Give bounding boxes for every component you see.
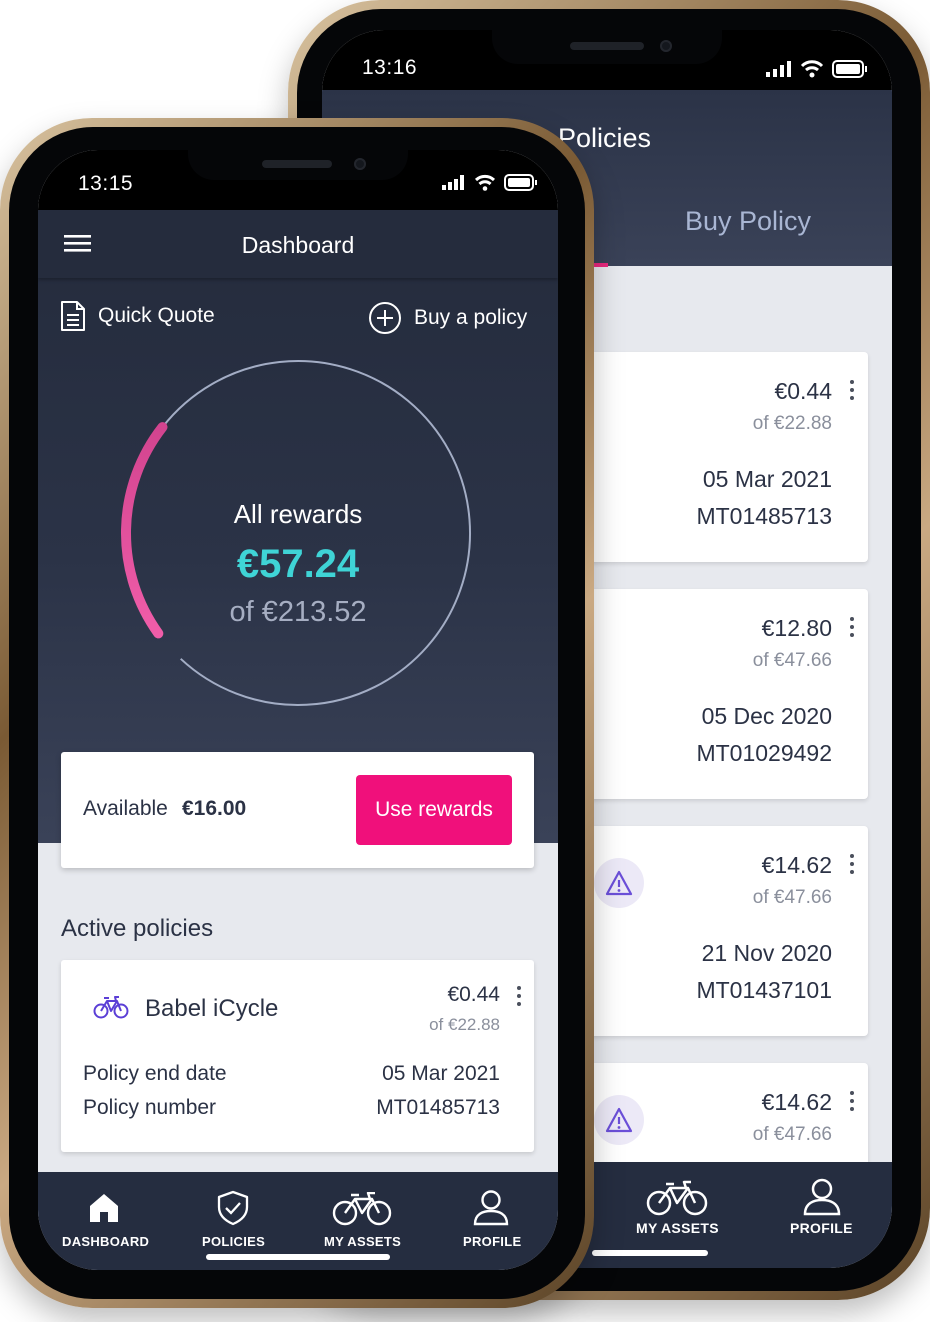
- speaker: [570, 42, 644, 50]
- person-icon: [473, 1190, 509, 1226]
- rewards-value: €57.24: [236, 542, 360, 586]
- use-rewards-button[interactable]: Use rewards: [356, 775, 512, 845]
- speaker: [262, 160, 332, 168]
- wifi-icon: [800, 60, 824, 78]
- gauge-label: All rewards: [233, 499, 363, 529]
- more-options-icon[interactable]: [517, 986, 523, 1006]
- nav-label-profile: PROFILE: [790, 1220, 853, 1236]
- quick-quote-button[interactable]: Quick Quote: [60, 300, 215, 332]
- page-title: Dashboard: [241, 232, 355, 258]
- available-rewards-card: Available €16.00 Use rewards: [61, 752, 534, 868]
- active-policy-card[interactable]: Babel iCycle €0.44 of €22.88 Policy end …: [61, 960, 534, 1152]
- available-label: Available: [83, 797, 168, 820]
- policy-amount: €14.62: [761, 1089, 832, 1115]
- nav-label-profile: PROFILE: [463, 1234, 522, 1249]
- more-options-icon[interactable]: [850, 380, 856, 400]
- front-status-time: 13:15: [78, 172, 134, 195]
- back-status-icons: [766, 60, 868, 78]
- policy-total: of €47.66: [752, 650, 832, 671]
- nav-label-my-assets: MY ASSETS: [324, 1234, 402, 1249]
- back-status-time: 13:16: [362, 56, 418, 79]
- buy-policy-button[interactable]: Buy a policy: [368, 301, 527, 335]
- front-phone-screen: 13:15 Dashboard Quick Quote Buy a policy: [38, 150, 558, 1270]
- gauge-track: [161, 360, 471, 707]
- policy-date: 21 Nov 2020: [701, 940, 832, 966]
- policy-date: 05 Dec 2020: [701, 703, 832, 729]
- quick-quote-label: Quick Quote: [98, 304, 215, 327]
- available-value: €16.00: [182, 797, 247, 820]
- nav-item-my-assets[interactable]: MY ASSETS: [622, 1176, 732, 1246]
- rewards-gauge: [121, 360, 471, 707]
- nav-label-policies: POLICIES: [202, 1234, 266, 1249]
- nav-item-profile[interactable]: PROFILE: [446, 1190, 536, 1254]
- back-notch: [492, 30, 722, 64]
- home-indicator: [206, 1254, 390, 1260]
- nav-item-policies[interactable]: POLICIES: [186, 1190, 278, 1254]
- rewards-total: of €213.52: [229, 596, 367, 628]
- front-bottom-nav: DASHBOARD POLICIES MY ASSETS PROFILE: [38, 1172, 558, 1270]
- front-status-icons: [442, 174, 538, 191]
- policy-total: of €22.88: [752, 413, 832, 434]
- nav-item-profile[interactable]: PROFILE: [772, 1176, 872, 1246]
- home-indicator: [592, 1250, 708, 1256]
- camera: [354, 158, 366, 170]
- policy-date: 05 Mar 2021: [702, 466, 832, 492]
- document-icon: [61, 301, 85, 331]
- policy-amount: €0.44: [447, 983, 500, 1006]
- policy-amount: €12.80: [761, 615, 832, 641]
- policy-name: Babel iCycle: [145, 995, 279, 1022]
- policy-number: MT01029492: [696, 740, 832, 766]
- policy-end-date: 05 Mar 2021: [382, 1062, 500, 1085]
- policy-total: of €47.66: [752, 1124, 832, 1145]
- more-options-icon[interactable]: [850, 1091, 856, 1111]
- battery-icon: [832, 60, 867, 78]
- policy-number: MT01437101: [696, 977, 832, 1003]
- policy-number: MT01485713: [376, 1096, 500, 1119]
- nav-item-my-assets[interactable]: MY ASSETS: [314, 1190, 410, 1254]
- more-options-icon[interactable]: [850, 854, 856, 874]
- tab-buy-policy[interactable]: Buy Policy: [685, 206, 811, 237]
- policy-end-date-label: Policy end date: [83, 1062, 227, 1085]
- bicycle-icon: [332, 1192, 392, 1226]
- section-title-active-policies: Active policies: [61, 915, 214, 942]
- policy-number: MT01485713: [696, 503, 832, 529]
- nav-label-my-assets: MY ASSETS: [636, 1220, 719, 1236]
- policy-amount: €14.62: [761, 852, 832, 878]
- front-notch: [188, 150, 408, 180]
- shield-check-icon: [217, 1190, 249, 1226]
- warning-icon: [594, 858, 644, 908]
- policy-number-label: Policy number: [83, 1096, 217, 1119]
- wifi-icon: [474, 174, 496, 191]
- policy-total: of €47.66: [752, 887, 832, 908]
- buy-policy-label: Buy a policy: [414, 306, 528, 329]
- signal-icon: [442, 175, 464, 190]
- battery-icon: [504, 174, 537, 191]
- nav-item-dashboard[interactable]: DASHBOARD: [52, 1190, 156, 1254]
- warning-icon: [594, 1095, 644, 1145]
- plus-circle-icon: [369, 302, 401, 334]
- person-icon: [803, 1178, 841, 1216]
- policy-total: of €22.88: [429, 1015, 500, 1034]
- nav-label-dashboard: DASHBOARD: [62, 1234, 150, 1249]
- bicycle-icon: [93, 996, 129, 1019]
- policy-amount: €0.44: [774, 378, 832, 404]
- camera: [660, 40, 672, 52]
- signal-icon: [766, 61, 791, 77]
- more-options-icon[interactable]: [850, 617, 856, 637]
- bicycle-icon: [646, 1180, 708, 1216]
- home-icon: [90, 1194, 118, 1222]
